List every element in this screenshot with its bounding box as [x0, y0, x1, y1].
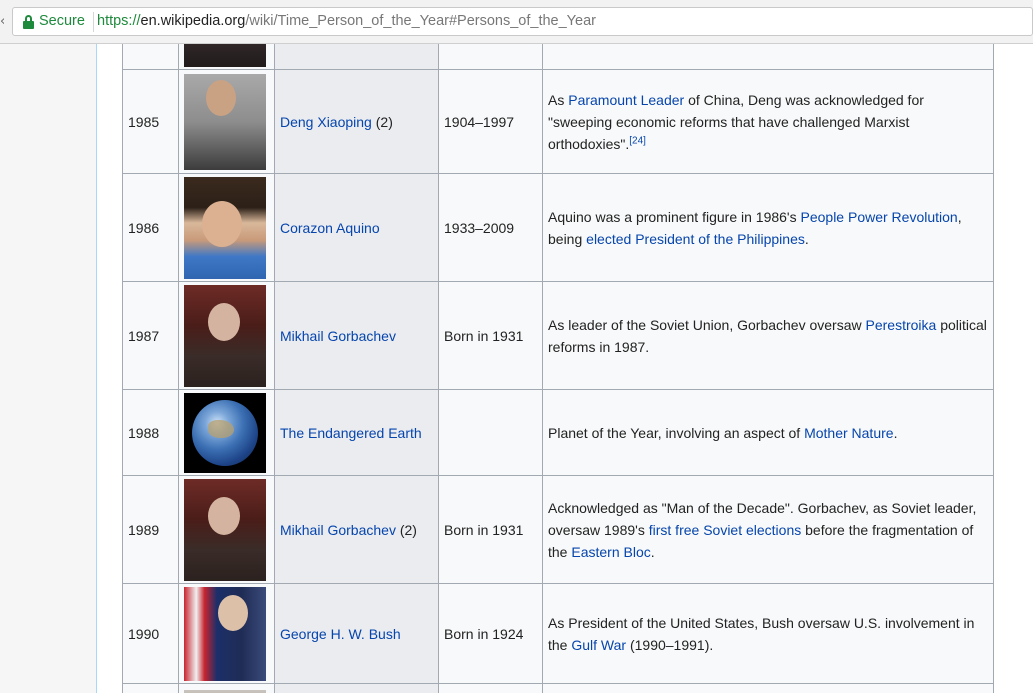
portrait-photo[interactable]	[184, 73, 266, 170]
year-cell: 1988	[122, 389, 179, 476]
portrait-photo[interactable]	[184, 478, 266, 581]
table-row: 1985 Deng Xiaoping (2) 1904–1997 As Para…	[122, 69, 994, 174]
note-cell: As leader of the Soviet Union, Gorbachev…	[542, 281, 994, 390]
url-separator	[93, 12, 94, 32]
person-link[interactable]: George H. W. Bush	[280, 626, 401, 642]
note-cell: As Paramount Leader of China, Deng was a…	[542, 69, 994, 174]
note-cell: Acknowledged as "Man of the Decade". Gor…	[542, 475, 994, 584]
url-text[interactable]: https://en.wikipedia.org/wiki/Time_Perso…	[97, 13, 596, 29]
url-path: /wiki/Time_Person_of_the_Year#Persons_of…	[245, 13, 596, 29]
name-suffix: (2)	[371, 113, 393, 130]
table-row-partial-bottom	[122, 683, 994, 693]
browser-toolbar: ‹ Secure https://en.wikipedia.org/wiki/T…	[0, 0, 1033, 44]
year-cell: 1990	[122, 583, 179, 684]
note-cell: As President of the United States, Bush …	[542, 583, 994, 684]
portrait-photo[interactable]	[184, 284, 266, 387]
persons-of-the-year-table: 1985 Deng Xiaoping (2) 1904–1997 As Para…	[122, 44, 994, 693]
lifespan-cell: Born in 1924	[438, 583, 543, 684]
portrait-photo[interactable]	[184, 176, 266, 279]
person-link[interactable]: Corazon Aquino	[280, 220, 380, 236]
person-link[interactable]: Deng Xiaoping	[280, 114, 372, 130]
lifespan-cell: 1904–1997	[438, 69, 543, 174]
person-link[interactable]: Mikhail Gorbachev	[280, 328, 396, 344]
year-cell: 1987	[122, 281, 179, 390]
note-cell: Planet of the Year, involving an aspect …	[542, 389, 994, 476]
person-link[interactable]: Mikhail Gorbachev	[280, 522, 396, 538]
soviet-elections-link[interactable]: first free Soviet elections	[649, 522, 802, 538]
person-link[interactable]: The Endangered Earth	[280, 425, 422, 441]
lifespan-cell	[438, 389, 543, 476]
paramount-leader-link[interactable]: Paramount Leader	[568, 92, 684, 108]
people-power-revolution-link[interactable]: People Power Revolution	[801, 209, 958, 225]
table-row-partial-top	[122, 44, 994, 70]
name-suffix: (2)	[395, 521, 417, 538]
portrait-photo[interactable]	[184, 586, 266, 681]
page-viewport: 1985 Deng Xiaoping (2) 1904–1997 As Para…	[0, 44, 1033, 693]
note-cell: Aquino was a prominent figure in 1986's …	[542, 173, 994, 282]
url-host: en.wikipedia.org	[140, 13, 246, 29]
table-row: 1988 The Endangered Earth Planet of the …	[122, 389, 994, 476]
article-content: 1985 Deng Xiaoping (2) 1904–1997 As Para…	[96, 44, 1033, 693]
table-row: 1986 Corazon Aquino 1933–2009 Aquino was…	[122, 173, 994, 282]
table-row: 1990 George H. W. Bush Born in 1924 As P…	[122, 583, 994, 684]
lock-icon[interactable]	[23, 15, 34, 29]
year-cell: 1985	[122, 69, 179, 174]
address-bar[interactable]: Secure https://en.wikipedia.org/wiki/Tim…	[12, 7, 1033, 36]
year-cell: 1989	[122, 475, 179, 584]
mother-nature-link[interactable]: Mother Nature	[804, 425, 893, 441]
table-row: 1989 Mikhail Gorbachev (2) Born in 1931 …	[122, 475, 994, 584]
lifespan-cell: Born in 1931	[438, 281, 543, 390]
earth-photo[interactable]	[184, 392, 266, 473]
secure-label[interactable]: Secure	[39, 13, 85, 29]
reference-link[interactable]: [24]	[629, 135, 646, 146]
year-cell: 1986	[122, 173, 179, 282]
back-edge-icon[interactable]: ‹	[0, 14, 5, 29]
perestroika-link[interactable]: Perestroika	[866, 317, 937, 333]
url-scheme: https://	[97, 13, 141, 29]
lifespan-cell: 1933–2009	[438, 173, 543, 282]
lifespan-cell: Born in 1931	[438, 475, 543, 584]
table-row: 1987 Mikhail Gorbachev Born in 1931 As l…	[122, 281, 994, 390]
portrait-photo[interactable]	[184, 44, 266, 67]
gulf-war-link[interactable]: Gulf War	[571, 637, 626, 653]
eastern-bloc-link[interactable]: Eastern Bloc	[571, 544, 650, 560]
president-philippines-link[interactable]: elected President of the Philippines	[586, 231, 805, 247]
